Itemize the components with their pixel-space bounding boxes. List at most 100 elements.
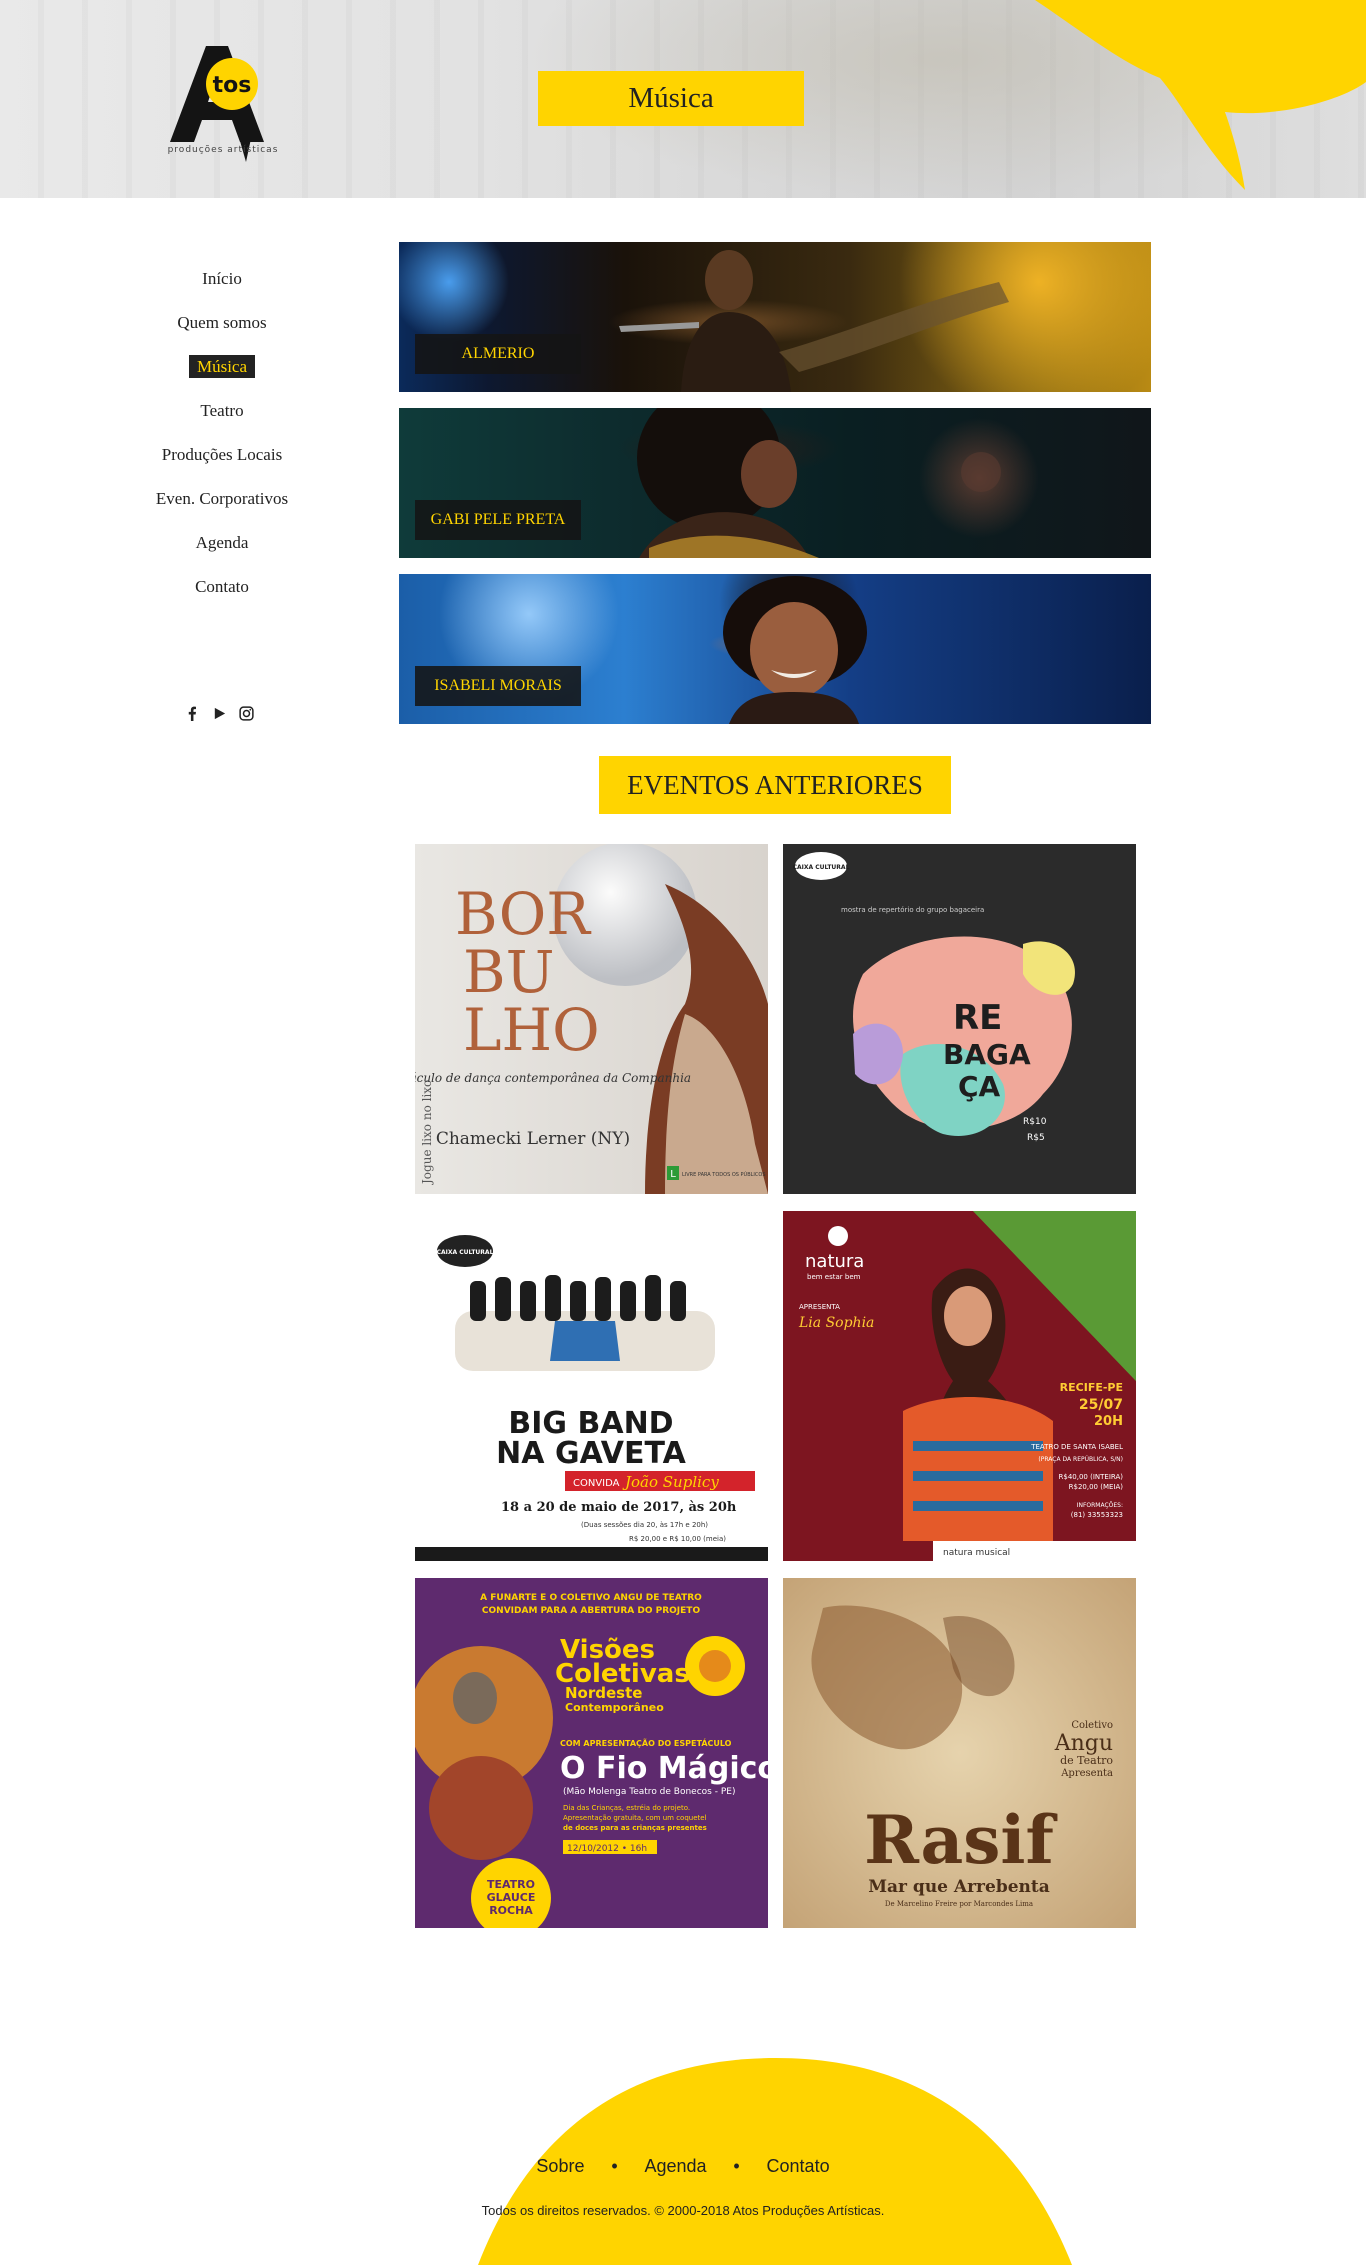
poster-note: (Duas sessões dia 20, às 17h e 20h) (581, 1521, 708, 1529)
artist-name-label: ISABELI MORAIS (415, 666, 581, 706)
poster-borbulho-art: BOR BU LHO Espetáculo de dança contempor… (415, 844, 768, 1194)
artist-name-label: ALMERIO (415, 334, 581, 374)
nav-item-label: Início (202, 269, 242, 288)
artist-banner-gabi-pele-preta[interactable]: GABI PELE PRETA (399, 408, 1151, 558)
poster-info-label: INFORMAÇÕES: (1077, 1502, 1123, 1509)
nav-item-producoes-locais[interactable]: Produções Locais (122, 438, 322, 482)
poster-title: Rasif (864, 1801, 1057, 1879)
poster-venue: TEATRO (487, 1878, 535, 1891)
poster-guest: João Suplicy (622, 1473, 719, 1491)
artist-banner-almerio[interactable]: ALMERIO (399, 242, 1151, 392)
poster-show-sub: (Mão Molenga Teatro de Bonecos - PE) (563, 1787, 735, 1797)
nav-item-eventos-corporativos[interactable]: Even. Corporativos (122, 482, 322, 526)
youtube-icon[interactable] (212, 706, 227, 721)
bullet-separator: • (611, 2156, 618, 2176)
poster-with: COM APRESENTAÇÃO DO ESPETÁCULO (560, 1737, 732, 1748)
footer-link-sobre[interactable]: Sobre (536, 2156, 584, 2177)
poster-title-line: NA GAVETA (496, 1436, 686, 1471)
nav-item-teatro[interactable]: Teatro (122, 394, 322, 438)
poster-title-line: RE (953, 998, 1002, 1038)
poster-brand-tagline: bem estar bem (807, 1273, 861, 1281)
event-poster-rasif[interactable]: Coletivo Angu de Teatro Apresenta Rasif … (783, 1578, 1136, 1928)
poster-city: RECIFE-PE (1060, 1381, 1123, 1394)
poster-company: Chamecki Lerner (NY) (436, 1129, 630, 1149)
poster-info-phone: (81) 33553323 (1071, 1511, 1123, 1519)
poster-header: CAIXA CULTURAL (437, 1249, 494, 1256)
poster-side-text: Jogue lixo no lixo (420, 1080, 434, 1186)
poster-venue: ROCHA (489, 1904, 533, 1917)
poster-price: R$ 20,00 e R$ 10,00 (meia) (629, 1535, 726, 1543)
nav-item-quem-somos[interactable]: Quem somos (122, 306, 322, 350)
poster-rasif-art: Coletivo Angu de Teatro Apresenta Rasif … (783, 1578, 1136, 1928)
poster-brand: natura (805, 1251, 864, 1272)
poster-intro: A FUNARTE E O COLETIVO ANGU DE TEATRO (480, 1593, 702, 1603)
poster-desc: Dia das Crianças, estréia do projeto. (563, 1804, 690, 1812)
event-poster-big-band-na-gaveta[interactable]: CAIXA CULTURAL BIG BAND NA GAVETA CONVID… (415, 1211, 768, 1561)
poster-guest-prefix: CONVIDA (573, 1478, 620, 1489)
poster-dates: 18 a 20 de maio de 2017, às 20h (501, 1500, 737, 1515)
poster-group: de Teatro (1060, 1754, 1113, 1767)
poster-price: R$5 (1027, 1133, 1045, 1143)
poster-header: CAIXA CULTURAL (793, 864, 850, 871)
poster-show: O Fio Mágico (560, 1751, 768, 1786)
poster-date: 12/10/2012 • 16h (567, 1844, 647, 1854)
poster-group: Apresenta (1060, 1768, 1113, 1779)
instagram-icon[interactable] (239, 706, 254, 721)
poster-group: Coletivo (1071, 1720, 1113, 1731)
poster-big-band-art: CAIXA CULTURAL BIG BAND NA GAVETA CONVID… (415, 1211, 768, 1561)
facebook-icon[interactable] (185, 706, 200, 721)
artist-banner-isabeli-morais[interactable]: ISABELI MORAIS (399, 574, 1151, 724)
poster-lia-sophia-art: natura bem estar bem APRESENTA Lia Sophi… (783, 1211, 1136, 1561)
poster-title-line: LHO (463, 996, 600, 1064)
nav-item-contato[interactable]: Contato (122, 570, 322, 614)
poster-price: R$40,00 (INTEIRA) (1059, 1473, 1124, 1481)
nav-item-label: Quem somos (177, 313, 267, 332)
poster-price: R$20,00 (MEIA) (1069, 1483, 1124, 1491)
page-title: Música (538, 71, 804, 126)
poster-rating: L (670, 1169, 676, 1180)
copyright-text: Todos os direitos reservados. © 2000-201… (481, 2203, 885, 2218)
poster-address: (PRAÇA DA REPÚBLICA, S/N) (1038, 1456, 1123, 1463)
nav-item-label: Contato (195, 577, 249, 596)
poster-title-line: ÇA (958, 1070, 1001, 1103)
event-poster-rebagaca[interactable]: CAIXA CULTURAL mostra de repertório do g… (783, 844, 1136, 1194)
poster-visoes-coletivas-art: A FUNARTE E O COLETIVO ANGU DE TEATRO CO… (415, 1578, 768, 1928)
poster-subtitle: Espetáculo de dança contemporânea da Com… (415, 1071, 691, 1085)
poster-time: 20H (1094, 1414, 1123, 1429)
poster-group: Angu (1054, 1731, 1113, 1756)
poster-intro: CONVIDAM PARA A ABERTURA DO PROJETO (482, 1606, 701, 1616)
social-links (185, 706, 254, 721)
poster-desc: de doces para as crianças presentes (563, 1824, 707, 1832)
event-poster-visoes-coletivas[interactable]: A FUNARTE E O COLETIVO ANGU DE TEATRO CO… (415, 1578, 768, 1928)
footer-link-agenda[interactable]: Agenda (644, 2156, 706, 2177)
event-poster-lia-sophia[interactable]: natura bem estar bem APRESENTA Lia Sophi… (783, 1211, 1136, 1561)
main-navigation: Início Quem somos Música Teatro Produçõe… (122, 262, 322, 614)
poster-venue: GLAUCE (487, 1891, 536, 1904)
nav-item-label: Música (188, 355, 256, 378)
poster-venue: TEATRO DE SANTA ISABEL (1030, 1443, 1123, 1451)
poster-artist: Lia Sophia (798, 1315, 874, 1331)
header-banner: tos produções artísticas Música (0, 0, 1366, 198)
nav-item-label: Teatro (200, 401, 244, 420)
artist-name-label: GABI PELE PRETA (415, 500, 581, 540)
poster-title-line: BAGA (943, 1038, 1031, 1071)
event-poster-borbulho[interactable]: BOR BU LHO Espetáculo de dança contempor… (415, 844, 768, 1194)
nav-item-label: Produções Locais (161, 445, 283, 464)
nav-item-inicio[interactable]: Início (122, 262, 322, 306)
poster-price: R$10 (1023, 1117, 1047, 1127)
poster-intro: mostra de repertório do grupo bagaceira (841, 906, 984, 914)
previous-events-heading: EVENTOS ANTERIORES (599, 756, 951, 814)
footer-link-contato[interactable]: Contato (767, 2156, 830, 2177)
nav-item-musica[interactable]: Música (122, 350, 322, 394)
poster-subtitle: Mar que Arrebenta (868, 1877, 1050, 1897)
poster-credit: De Marcelino Freire por Marcondes Lima (885, 1900, 1033, 1908)
poster-rating-text: LIVRE PARA TODOS OS PÚBLICOS (682, 1171, 766, 1178)
bullet-separator: • (733, 2156, 740, 2176)
nav-item-agenda[interactable]: Agenda (122, 526, 322, 570)
atos-logo[interactable]: tos (166, 38, 280, 162)
poster-date: 25/07 (1079, 1397, 1123, 1413)
logo-tagline: produções artísticas (167, 145, 279, 155)
nav-item-label: Even. Corporativos (155, 489, 289, 508)
poster-presents: APRESENTA (799, 1303, 840, 1311)
footer-navigation: Sobre • Agenda • Contato (0, 2156, 1366, 2177)
